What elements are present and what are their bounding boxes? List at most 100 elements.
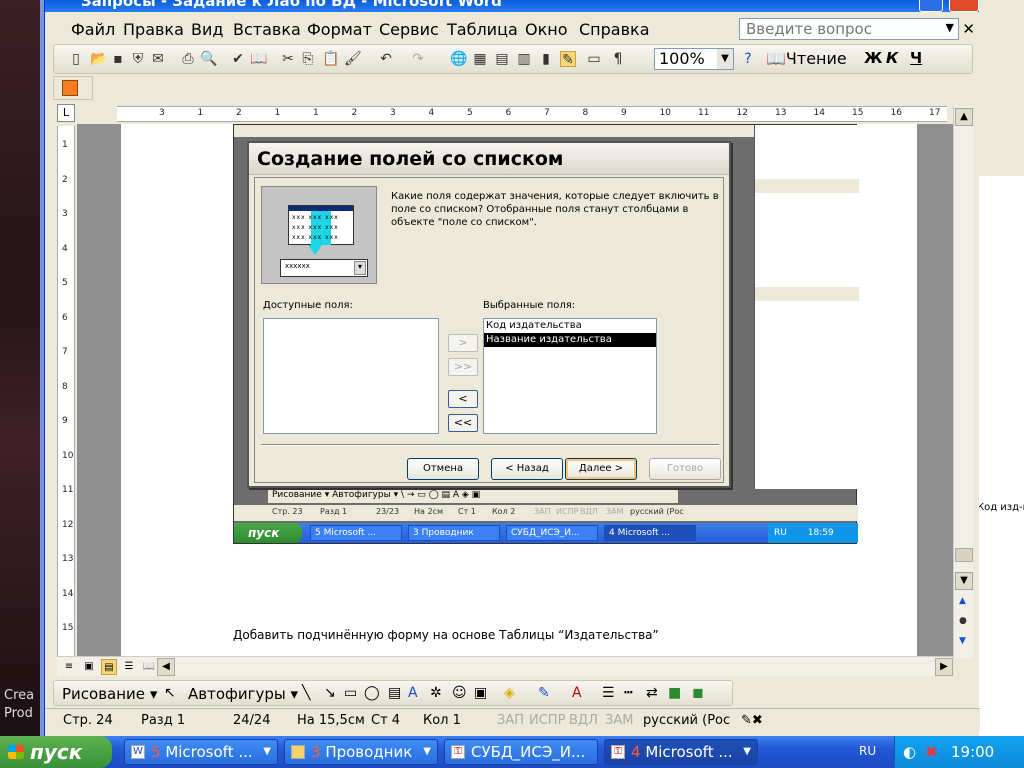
- taskbar-item-explorer[interactable]: 3 Проводник ▼: [284, 739, 438, 765]
- document-paragraph[interactable]: Добавить подчинённую форму на основе Таб…: [233, 628, 659, 642]
- copy-icon[interactable]: ⎘: [300, 51, 316, 67]
- vertical-scrollbar[interactable]: ▲ ▼ ▲ ● ▼: [953, 106, 973, 658]
- wordart-icon[interactable]: A: [408, 685, 418, 701]
- menu-insert[interactable]: Вставка: [233, 20, 301, 39]
- remove-field-button[interactable]: <: [448, 390, 478, 408]
- desktop-icon-label[interactable]: Crea: [4, 688, 34, 703]
- menu-edit[interactable]: Правка: [123, 20, 184, 39]
- cut-icon[interactable]: ✂: [280, 51, 296, 67]
- ask-question-input[interactable]: Введите вопрос ▼: [739, 18, 959, 40]
- new-document-icon[interactable]: ▯: [68, 51, 84, 67]
- format-painter-icon[interactable]: 🖌: [344, 51, 362, 67]
- vertical-ruler[interactable]: 1 2 3 4 5 6 7 8 9 10 11 12 13 14 15: [57, 126, 75, 656]
- add-field-button[interactable]: >: [448, 334, 478, 352]
- title-bar[interactable]: Запросы - Задание к Лаб по БД - Microsof…: [45, 0, 979, 12]
- available-fields-list[interactable]: [263, 318, 439, 434]
- finish-button[interactable]: Готово: [649, 458, 721, 480]
- next-button[interactable]: Далее >: [565, 458, 637, 480]
- picture-icon[interactable]: ▣: [474, 685, 487, 701]
- open-icon[interactable]: 📂: [90, 51, 107, 67]
- background-window[interactable]: Код изд-в: [975, 0, 1024, 736]
- chevron-down-icon[interactable]: ▼: [717, 49, 733, 69]
- italic-button[interactable]: К: [886, 49, 898, 67]
- oval-icon[interactable]: ◯: [364, 685, 380, 701]
- bold-button[interactable]: Ж: [864, 49, 882, 67]
- clock[interactable]: 19:00: [951, 743, 994, 761]
- network-icon[interactable]: ✖: [925, 743, 938, 761]
- menu-help[interactable]: Справка: [579, 20, 650, 39]
- 3d-icon[interactable]: ◼: [692, 685, 704, 701]
- research-icon[interactable]: 📖: [250, 51, 267, 67]
- line-style-icon[interactable]: ☰: [602, 685, 615, 701]
- redo-icon[interactable]: ↷: [410, 51, 426, 67]
- taskbar-item-document[interactable]: ⚿ СУБД_ИСЭ_И...: [444, 739, 598, 765]
- print-layout-icon[interactable]: ▤: [101, 659, 117, 675]
- tab-selector[interactable]: L: [57, 104, 75, 122]
- clip-art-icon[interactable]: ☺: [452, 685, 467, 701]
- show-formatting-icon[interactable]: ¶: [610, 51, 626, 67]
- help-icon[interactable]: ?: [740, 51, 756, 67]
- menu-format[interactable]: Формат: [307, 20, 372, 39]
- dash-style-icon[interactable]: ┅: [624, 685, 632, 701]
- hyperlink-icon[interactable]: 🌐: [450, 51, 467, 67]
- email-icon[interactable]: ✉: [150, 51, 166, 67]
- taskbar-item-word-active[interactable]: ⚿ 4 Microsoft ... ▼: [604, 739, 758, 765]
- permission-icon[interactable]: ⛨: [130, 51, 146, 67]
- horizontal-ruler[interactable]: 3 1 2 1 1 2 3 4 5 6 7 8 9 10 11 12 13 14 15 16 17: [117, 106, 947, 122]
- menu-table[interactable]: Таблица: [447, 20, 518, 39]
- web-view-icon[interactable]: ▣: [81, 659, 97, 675]
- taskbar-item-word[interactable]: W 5 Microsoft ... ▼: [124, 739, 278, 765]
- text-box-icon[interactable]: ▤: [388, 685, 401, 701]
- arrow-icon[interactable]: ↘: [324, 685, 336, 701]
- desktop-icon-label[interactable]: Prod: [4, 706, 33, 721]
- close-button[interactable]: [949, 0, 979, 12]
- dropdown-arrow-icon[interactable]: ▼: [946, 21, 954, 34]
- status-track[interactable]: ИСПР: [529, 713, 565, 728]
- scroll-left-icon[interactable]: ◀: [157, 658, 175, 676]
- line-icon[interactable]: ╲: [302, 685, 310, 701]
- toolbar-item-icon[interactable]: [62, 80, 78, 96]
- arrow-style-icon[interactable]: ⇄: [646, 685, 658, 701]
- underline-button[interactable]: Ч: [910, 49, 922, 67]
- save-icon[interactable]: ▪: [110, 51, 126, 67]
- combo-box-wizard-dialog[interactable]: Создание полей со списком xxx xxx xxx xx…: [247, 141, 731, 488]
- zoom-select[interactable]: 100% ▼: [654, 48, 734, 70]
- document-map-icon[interactable]: ▭: [586, 51, 602, 67]
- rectangle-icon[interactable]: ▭: [344, 685, 357, 701]
- outline-view-icon[interactable]: ☰: [121, 659, 137, 675]
- scroll-up-icon[interactable]: ▲: [955, 108, 973, 126]
- list-item[interactable]: Код издательства: [484, 319, 656, 333]
- drawing-icon[interactable]: ✎: [560, 51, 576, 68]
- cancel-button[interactable]: Отмена: [407, 458, 479, 480]
- insert-table-icon[interactable]: ▤: [494, 51, 510, 67]
- shadow-icon[interactable]: ■: [668, 685, 681, 701]
- maximize-button[interactable]: [919, 0, 943, 12]
- menu-window[interactable]: Окно: [525, 20, 568, 39]
- previous-page-icon[interactable]: ▲: [959, 596, 966, 606]
- normal-view-icon[interactable]: ≡: [61, 659, 77, 675]
- status-rec[interactable]: ЗАП: [497, 713, 524, 728]
- columns-icon[interactable]: ▮: [538, 51, 554, 67]
- paste-icon[interactable]: 📋: [322, 51, 339, 67]
- dialog-title[interactable]: Создание полей со списком: [249, 143, 729, 175]
- menu-file[interactable]: Файл: [71, 20, 115, 39]
- reading-view-icon[interactable]: 📖: [141, 659, 157, 675]
- horizontal-scrollbar[interactable]: ≡ ▣ ▤ ☰ 📖 ◀ ▶: [57, 656, 953, 676]
- add-all-fields-button[interactable]: >>: [448, 358, 478, 376]
- autoshapes-menu-button[interactable]: Автофигуры ▾: [188, 685, 298, 703]
- menu-view[interactable]: Вид: [191, 20, 223, 39]
- list-item[interactable]: Название издательства: [484, 333, 656, 347]
- scroll-right-icon[interactable]: ▶: [935, 658, 953, 676]
- fill-color-icon[interactable]: ◈: [504, 685, 515, 701]
- start-button[interactable]: пуск: [0, 736, 112, 768]
- reading-layout-button[interactable]: 📖Чтение: [766, 49, 847, 68]
- print-preview-icon[interactable]: 🔍: [200, 51, 217, 67]
- print-icon[interactable]: ⎙: [180, 51, 196, 67]
- tables-borders-icon[interactable]: ▦: [472, 51, 488, 67]
- selected-fields-list[interactable]: Код издательства Название издательства: [483, 318, 657, 434]
- font-color-icon[interactable]: A: [572, 685, 582, 701]
- next-page-icon[interactable]: ▼: [959, 636, 966, 646]
- select-browse-object-icon[interactable]: ●: [959, 616, 967, 626]
- status-ovr[interactable]: ЗАМ: [605, 713, 633, 728]
- close-document-icon[interactable]: ✕: [962, 20, 975, 38]
